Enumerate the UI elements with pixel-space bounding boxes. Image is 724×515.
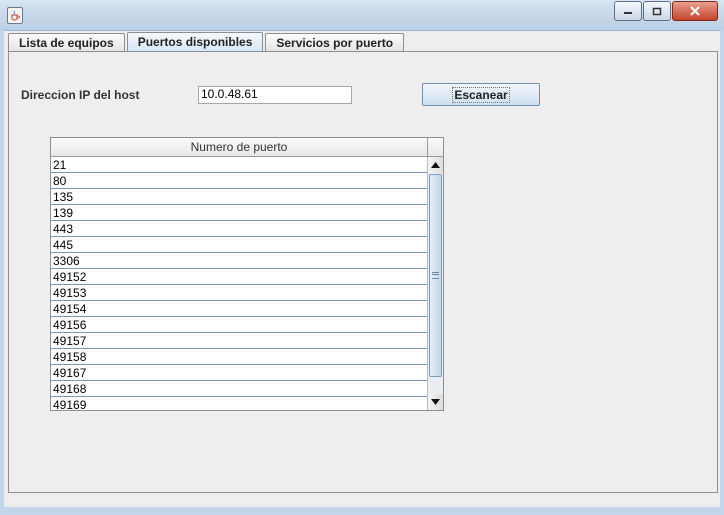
arrow-down-icon (431, 399, 440, 405)
column-header[interactable]: Numero de puerto (51, 138, 427, 157)
table-row[interactable]: 49154 (51, 301, 427, 317)
window-frame-left (0, 30, 4, 515)
maximize-button[interactable] (643, 1, 671, 21)
table-row[interactable]: 49167 (51, 365, 427, 381)
tab-lista-de-equipos[interactable]: Lista de equipos (8, 33, 125, 52)
table-row[interactable]: 49153 (51, 285, 427, 301)
restore-icon (652, 7, 662, 15)
tab-puertos-disponibles[interactable]: Puertos disponibles (126, 32, 264, 52)
scroll-down-button[interactable] (428, 394, 443, 410)
table-rows: 21 80 135 139 443 445 3306 49152 49153 4… (51, 157, 427, 410)
table-row[interactable]: 135 (51, 189, 427, 205)
window-frame-right (720, 30, 724, 515)
table-row[interactable]: 49157 (51, 333, 427, 349)
window-controls (613, 1, 718, 21)
table-row[interactable]: 49169 (51, 397, 427, 410)
table-row[interactable]: 3306 (51, 253, 427, 269)
arrow-up-icon (431, 162, 440, 168)
table-row[interactable]: 21 (51, 157, 427, 173)
table-row[interactable]: 49168 (51, 381, 427, 397)
tab-bar: Lista de equipos Puertos disponibles Ser… (8, 32, 406, 52)
vertical-scrollbar[interactable] (427, 157, 443, 410)
table-row[interactable]: 445 (51, 237, 427, 253)
java-cup-icon[interactable] (7, 7, 23, 24)
scroll-up-button[interactable] (428, 157, 443, 173)
scroll-thumb[interactable] (429, 174, 442, 377)
table-row[interactable]: 49152 (51, 269, 427, 285)
table-row[interactable]: 139 (51, 205, 427, 221)
close-button[interactable] (672, 1, 718, 21)
ip-label: Direccion IP del host (21, 88, 140, 102)
minimize-button[interactable] (614, 1, 642, 21)
table-row[interactable]: 443 (51, 221, 427, 237)
scan-button-label: Escanear (452, 86, 510, 103)
tab-servicios-por-puerto[interactable]: Servicios por puerto (265, 33, 405, 52)
table-row[interactable]: 49158 (51, 349, 427, 365)
ip-input[interactable]: 10.0.48.61 (198, 86, 352, 104)
table-row[interactable]: 49156 (51, 317, 427, 333)
table-row[interactable]: 80 (51, 173, 427, 189)
grip-icon (432, 272, 439, 279)
close-icon (690, 6, 700, 16)
table-corner (427, 138, 443, 157)
scan-button[interactable]: Escanear (422, 83, 540, 106)
minimize-icon (624, 12, 632, 14)
ports-table: Numero de puerto 21 80 135 139 443 445 3… (50, 137, 444, 411)
title-bar (0, 0, 724, 31)
window-frame-bottom (0, 507, 724, 515)
